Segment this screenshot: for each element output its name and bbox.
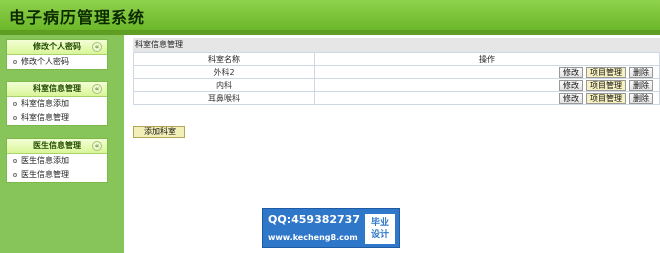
sidebar-item-manage-doctor[interactable]: 医生信息管理 xyxy=(7,168,107,182)
delete-button[interactable]: 删除 xyxy=(629,79,653,91)
bullet-icon xyxy=(13,115,17,120)
sidebar: 修改个人密码 « 修改个人密码 科室信息管理 « 科室信息添加 科室信息管理 医… xyxy=(0,35,124,253)
project-manage-button[interactable]: 项目管理 xyxy=(586,66,626,78)
row-actions: 修改 项目管理 删除 xyxy=(314,65,660,79)
sidebar-group-title[interactable]: 修改个人密码 « xyxy=(7,40,107,55)
sidebar-group-title-text: 科室信息管理 xyxy=(33,84,81,93)
collapse-icon[interactable]: « xyxy=(92,84,102,94)
bullet-icon xyxy=(13,172,17,177)
column-header: 操作 xyxy=(314,52,660,66)
department-table: 科室名称 操作 外科2 修改 项目管理 删除 内科 修改 项目管理 删除 耳鼻喉科 修改… xyxy=(133,52,660,105)
edit-button[interactable]: 修改 xyxy=(559,92,583,104)
department-name: 内科 xyxy=(133,78,315,92)
sidebar-group-department: 科室信息管理 « 科室信息添加 科室信息管理 xyxy=(6,81,108,126)
delete-button[interactable]: 删除 xyxy=(629,66,653,78)
edit-button[interactable]: 修改 xyxy=(559,79,583,91)
bullet-icon xyxy=(13,101,17,106)
bullet-icon xyxy=(13,158,17,163)
row-actions: 修改 项目管理 删除 xyxy=(314,78,660,92)
watermark-badge: 毕业 设计 xyxy=(365,214,395,244)
watermark: QQ:459382737 www.kecheng8.com 毕业 设计 xyxy=(262,208,400,248)
sidebar-group-title-text: 修改个人密码 xyxy=(33,42,81,51)
watermark-site: www.kecheng8.com xyxy=(268,233,358,242)
watermark-badge-line: 设计 xyxy=(370,230,389,240)
row-actions: 修改 项目管理 删除 xyxy=(314,91,660,105)
sidebar-item-manage-department[interactable]: 科室信息管理 xyxy=(7,111,107,125)
collapse-icon[interactable]: « xyxy=(92,141,102,151)
sidebar-group-password: 修改个人密码 « 修改个人密码 xyxy=(6,39,108,70)
main-content: 科室信息管理 科室名称 操作 外科2 修改 项目管理 删除 内科 修改 项目管理 删除 … xyxy=(133,38,660,105)
sidebar-item-label: 科室信息添加 xyxy=(21,99,69,108)
watermark-qq: QQ:459382737 xyxy=(268,213,360,226)
sidebar-item-label: 修改个人密码 xyxy=(21,57,69,66)
app-header: 电子病历管理系统 xyxy=(0,0,660,31)
sidebar-item-label: 科室信息管理 xyxy=(21,113,69,122)
sidebar-item-change-password[interactable]: 修改个人密码 xyxy=(7,55,107,69)
column-header: 科室名称 xyxy=(133,52,315,66)
sidebar-item-add-department[interactable]: 科室信息添加 xyxy=(7,97,107,111)
table-row: 耳鼻喉科 修改 项目管理 删除 xyxy=(133,91,660,105)
project-manage-button[interactable]: 项目管理 xyxy=(586,92,626,104)
sidebar-item-label: 医生信息管理 xyxy=(21,170,69,179)
table-row: 外科2 修改 项目管理 删除 xyxy=(133,65,660,79)
page-title: 科室信息管理 xyxy=(133,38,660,52)
sidebar-group-doctor: 医生信息管理 « 医生信息添加 医生信息管理 xyxy=(6,138,108,183)
sidebar-item-add-doctor[interactable]: 医生信息添加 xyxy=(7,154,107,168)
watermark-badge-line: 毕业 xyxy=(370,218,389,228)
sidebar-group-title-text: 医生信息管理 xyxy=(33,141,81,150)
delete-button[interactable]: 删除 xyxy=(629,92,653,104)
department-name: 耳鼻喉科 xyxy=(133,91,315,105)
edit-button[interactable]: 修改 xyxy=(559,66,583,78)
add-department-button[interactable]: 添加科室 xyxy=(133,126,185,138)
collapse-icon[interactable]: « xyxy=(92,42,102,52)
sidebar-group-title[interactable]: 科室信息管理 « xyxy=(7,82,107,97)
sidebar-group-title[interactable]: 医生信息管理 « xyxy=(7,139,107,154)
table-header-row: 科室名称 操作 xyxy=(133,52,660,66)
project-manage-button[interactable]: 项目管理 xyxy=(586,79,626,91)
bullet-icon xyxy=(13,59,17,64)
app-title: 电子病历管理系统 xyxy=(9,8,146,27)
department-name: 外科2 xyxy=(133,65,315,79)
table-row: 内科 修改 项目管理 删除 xyxy=(133,78,660,92)
sidebar-item-label: 医生信息添加 xyxy=(21,156,69,165)
